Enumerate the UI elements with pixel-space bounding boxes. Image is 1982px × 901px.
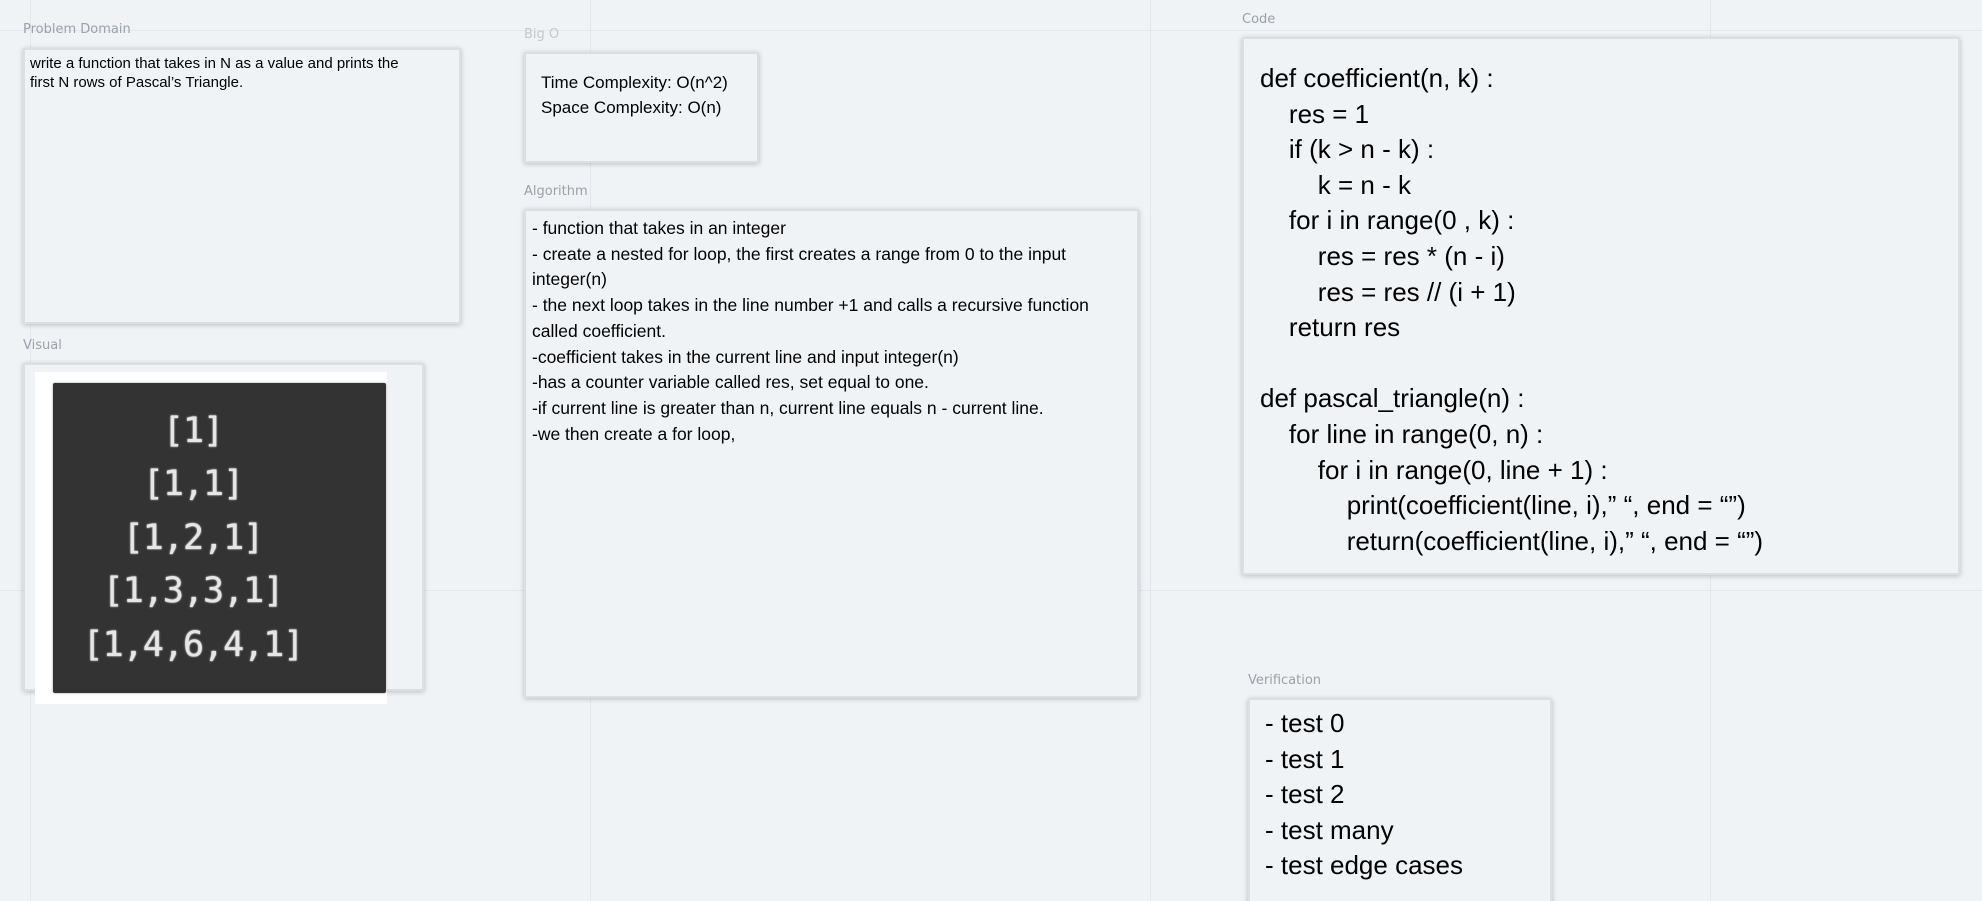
big-o-space-complexity: Space Complexity: O(n): [541, 98, 722, 117]
code-line: return(coefficient(line, i),” “, end = “…: [1260, 525, 1764, 556]
verification-item: - test 1: [1265, 743, 1345, 774]
code-line: def coefficient(n, k) :: [1260, 63, 1494, 93]
problem-domain-text: write a function that takes in N as a va…: [30, 55, 399, 91]
code-line: for line in range(0, n) :: [1260, 418, 1544, 449]
code-line: def pascal_triangle(n) :: [1260, 383, 1525, 414]
code-line: res = 1: [1260, 98, 1370, 129]
code-line: return res: [1260, 312, 1401, 343]
verification-item: - test many: [1265, 814, 1394, 845]
problem-domain-frame-title: Problem Domain: [23, 22, 131, 37]
algorithm-sticky[interactable]: - function that takes in an integer - cr…: [524, 209, 1139, 698]
algorithm-line: called coefficient.: [532, 320, 666, 341]
verification-item: - test edge cases: [1265, 850, 1463, 881]
algorithm-line: - the next loop takes in the line number…: [532, 295, 1089, 316]
code-sticky[interactable]: def coefficient(n, k) : res = 1 if (k > …: [1242, 37, 1960, 575]
visual-frame-title: Visual: [23, 338, 62, 353]
pascal-row: [1,4,6,4,1]: [82, 625, 305, 665]
algorithm-line: - create a nested for loop, the first cr…: [532, 243, 1067, 264]
big-o-frame-title: Big O: [524, 27, 560, 42]
algorithm-line: - function that takes in an integer: [532, 218, 786, 238]
code-line: res = res // (i + 1): [1260, 276, 1516, 307]
algorithm-line: -has a counter variable called res, set …: [532, 372, 929, 393]
visual-image-layer: [1] [1,1] [1,2,1] [1,3,3,1] [1,4,6,4,1]: [23, 363, 424, 723]
algorithm-line: -coefficient takes in the current line a…: [532, 346, 959, 367]
algorithm-line: integer(n): [532, 269, 607, 290]
verification-frame-title: Verification: [1248, 673, 1322, 688]
big-o-sticky[interactable]: Time Complexity: O(n^2) Space Complexity…: [524, 52, 759, 163]
algorithm-line: -we then create a for loop,: [532, 423, 736, 444]
code-line: res = res * (n - i): [1260, 240, 1505, 271]
code-frame-title: Code: [1242, 12, 1276, 27]
pascal-triangle-terminal-image[interactable]: [1] [1,1] [1,2,1] [1,3,3,1] [1,4,6,4,1]: [53, 383, 386, 693]
verification-item: - test 2: [1265, 779, 1345, 810]
problem-domain-sticky[interactable]: write a function that takes in N as a va…: [23, 48, 461, 324]
code-line: for i in range(0, line + 1) :: [1260, 454, 1608, 485]
code-line: print(coefficient(line, i),” “, end = “”…: [1260, 490, 1746, 521]
algorithm-frame-title: Algorithm: [524, 184, 588, 199]
code-line: if (k > n - k) :: [1260, 134, 1435, 165]
whiteboard-canvas[interactable]: Problem Domain write a function that tak…: [0, 0, 1982, 901]
pascal-row: [1,2,1]: [122, 518, 265, 558]
big-o-time-complexity: Time Complexity: O(n^2): [541, 73, 728, 92]
verification-sticky[interactable]: - test 0 - test 1 - test 2 - test many -…: [1248, 698, 1552, 901]
algorithm-line: -if current line is greater than n, curr…: [532, 397, 1044, 418]
code-line: k = n - k: [1260, 169, 1411, 200]
code-line: for i in range(0 , k) :: [1260, 205, 1515, 236]
verification-item: - test 0: [1265, 708, 1345, 738]
pascal-row: [1]: [162, 411, 224, 451]
code-line: ​: [1260, 346, 1942, 382]
pascal-row: [1,1]: [142, 464, 244, 504]
pascal-row: [1,3,3,1]: [102, 571, 285, 611]
